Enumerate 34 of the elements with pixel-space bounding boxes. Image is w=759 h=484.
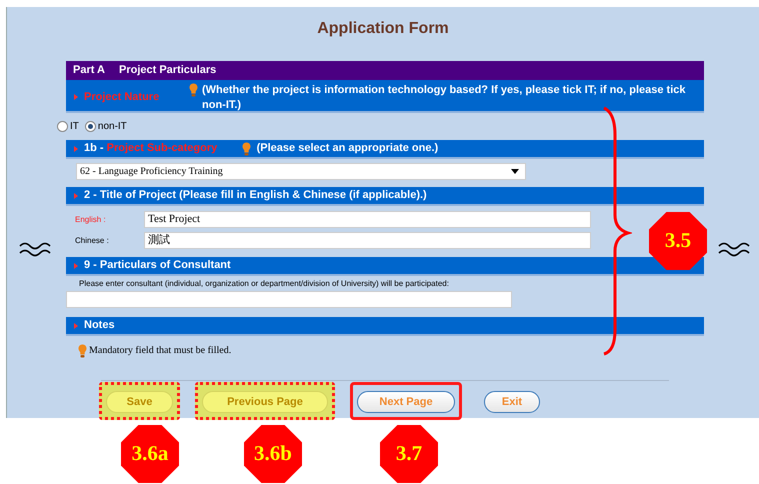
field-label: Project Nature: [84, 90, 160, 105]
bullet-icon: [74, 146, 78, 152]
bulb-icon: [78, 344, 87, 358]
hint-text: (Whether the project is information technology based? If yes, please tick IT; if no, please tick non-IT.): [202, 83, 686, 113]
instruction-text: Please enter consultant (individual, organization or department/division of University) will be participated:: [78, 278, 450, 289]
hint-text: (Please select an appropriate one.): [256, 141, 438, 156]
field-label: English :: [74, 214, 107, 226]
radio-label: IT: [70, 120, 79, 134]
section-heading: 9 - Particulars of Consultant: [84, 258, 231, 274]
callout-badge: 3.7: [380, 425, 438, 483]
part-title: Project Particulars: [119, 63, 216, 78]
bullet-icon: [74, 322, 78, 328]
bullet-icon: [74, 94, 78, 100]
text-field[interactable]: 測試: [144, 232, 591, 249]
section-heading: Notes: [84, 318, 115, 334]
section-number: 1b -: [84, 141, 105, 156]
part-label: Part A: [73, 63, 105, 78]
section-heading: 2 - Title of Project (Please fill in English & Chinese (if applicable).): [84, 188, 427, 204]
text-field[interactable]: Test Project: [144, 211, 591, 228]
form-button[interactable]: Next Page: [357, 391, 455, 414]
radio-button[interactable]: [57, 121, 68, 132]
bullet-icon: [74, 192, 78, 198]
callout-badge: 3.6b: [244, 425, 302, 483]
form-button[interactable]: Exit: [484, 391, 540, 414]
bullet-icon: [74, 262, 78, 268]
field-label: Project Sub-category: [106, 141, 218, 156]
field-label: Chinese :: [74, 234, 110, 246]
radio-label: non-IT: [98, 120, 127, 134]
callout-badge: 3.6a: [121, 425, 179, 483]
page-title: Application Form: [316, 19, 450, 37]
consultant-field[interactable]: [66, 291, 512, 308]
subcategory-dropdown[interactable]: 62 - Language Proficiency Training: [76, 163, 526, 180]
note-text: Mandatory field that must be filled.: [89, 344, 232, 358]
radio-button[interactable]: [84, 121, 96, 132]
